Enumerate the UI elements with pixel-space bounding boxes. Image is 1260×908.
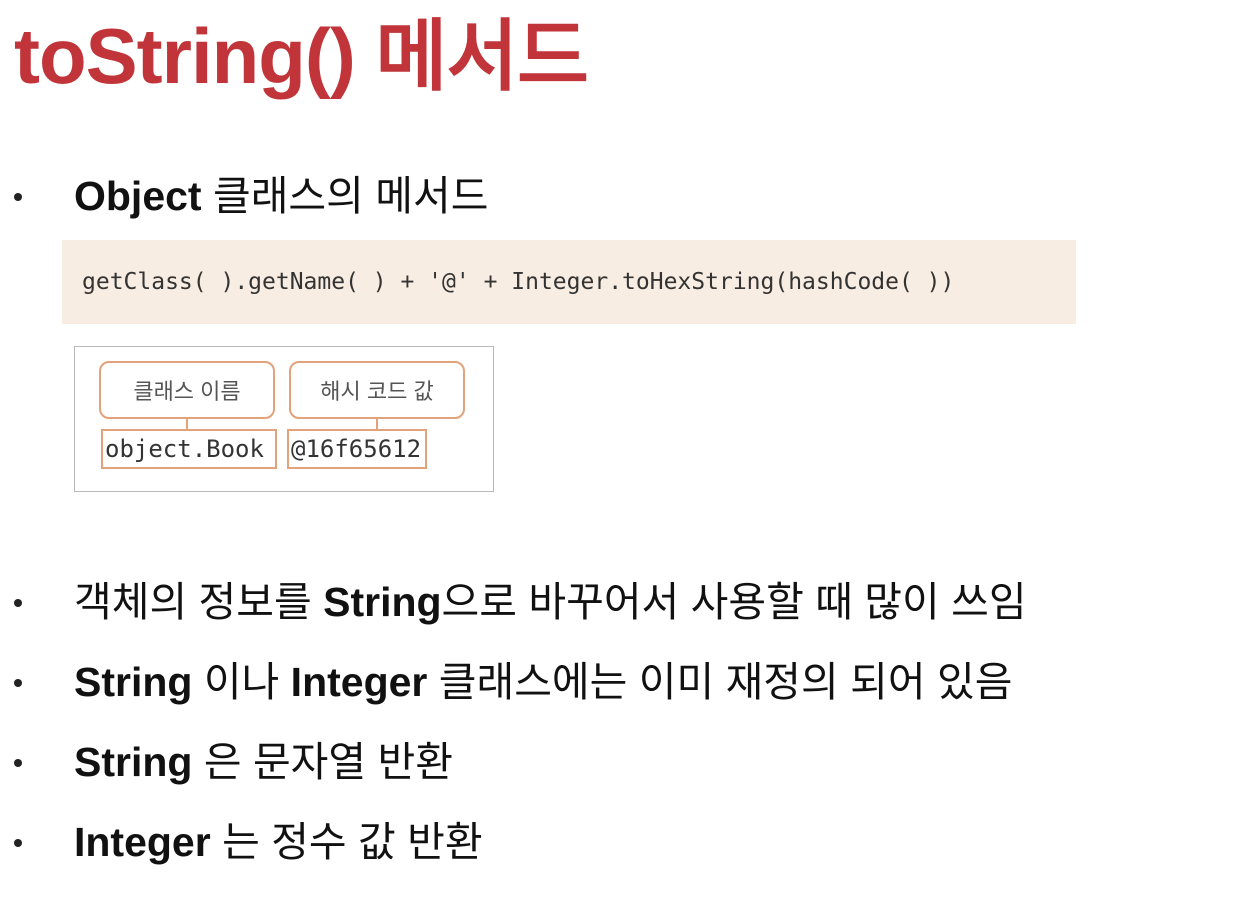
bullet-rest: 이나 (192, 659, 291, 705)
bullet-rest-2: 클래스에는 이미 재정의 되어 있음 (427, 659, 1013, 705)
bullet-bold: String (323, 579, 442, 625)
code-snippet: getClass( ).getName( ) + '@' + Integer.t… (82, 269, 955, 295)
bullet-rest: 객체의 정보를 (74, 579, 324, 625)
bullet-icon (14, 838, 22, 847)
bullet-text: Integer 는 정수 값 반환 (74, 818, 483, 867)
bullet-bold: String (74, 739, 193, 785)
hash-code-value: @16f65612 (287, 429, 427, 469)
hash-code-label: 해시 코드 값 (289, 361, 465, 419)
slide-title: toString() 메서드 (14, 12, 589, 100)
bullet-text: String 은 문자열 반환 (74, 738, 453, 787)
bullet-bold-2: Integer (290, 659, 428, 705)
bullet-icon (14, 192, 22, 201)
bullet-item: Integer 는 정수 값 반환 (14, 818, 483, 867)
bullet-item: Object 클래스의 메서드 (14, 172, 488, 221)
bullet-rest-2: 으로 바꾸어서 사용할 때 많이 쓰임 (441, 579, 1027, 625)
bullet-bold: String (74, 659, 193, 705)
bullet-item: String 은 문자열 반환 (14, 738, 453, 787)
tostring-diagram: 클래스 이름 해시 코드 값 object.Book @16f65612 (74, 346, 494, 492)
bullet-icon (14, 758, 22, 767)
bullet-text: 객체의 정보를 String으로 바꾸어서 사용할 때 많이 쓰임 (74, 578, 1027, 627)
class-name-label: 클래스 이름 (99, 361, 275, 419)
bullet-rest: 는 정수 값 반환 (210, 819, 483, 865)
bullet-item: String 이나 Integer 클래스에는 이미 재정의 되어 있음 (14, 658, 1012, 707)
bullet-rest: 은 문자열 반환 (192, 739, 453, 785)
bullet-icon (14, 678, 22, 687)
class-name-value: object.Book (101, 429, 277, 469)
code-snippet-box: getClass( ).getName( ) + '@' + Integer.t… (62, 240, 1076, 324)
bullet-text: String 이나 Integer 클래스에는 이미 재정의 되어 있음 (74, 658, 1012, 707)
bullet-item: 객체의 정보를 String으로 바꾸어서 사용할 때 많이 쓰임 (14, 578, 1027, 627)
bullet-icon (14, 598, 22, 607)
bullet-rest: 클래스의 메서드 (201, 173, 489, 219)
bullet-bold: Integer (74, 819, 211, 865)
bullet-text: Object 클래스의 메서드 (74, 172, 488, 221)
bullet-bold: Object (74, 173, 202, 219)
